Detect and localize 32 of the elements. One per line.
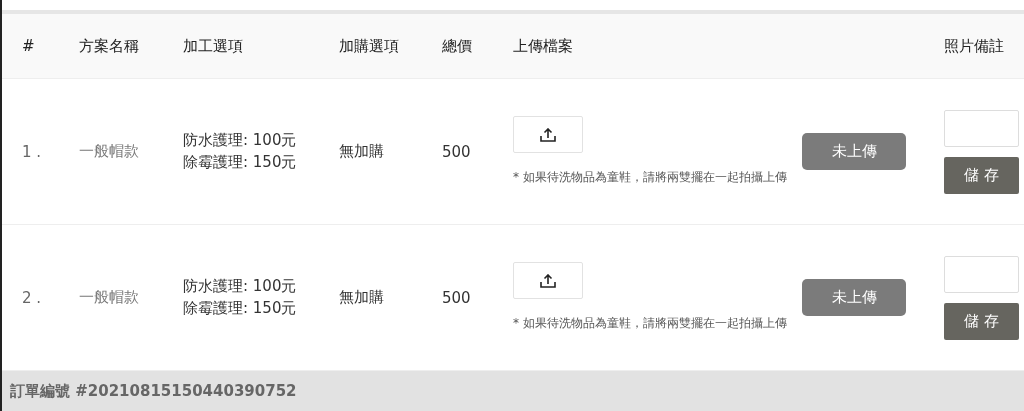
addon-option: 無加購 bbox=[339, 288, 442, 307]
row-number: 1 . bbox=[21, 142, 43, 161]
note-input[interactable] bbox=[944, 109, 1019, 147]
column-header: 照片備註 bbox=[944, 36, 1005, 56]
row-number: 2 . bbox=[21, 288, 43, 307]
upload-status-button[interactable]: 未上傳 bbox=[802, 133, 906, 170]
upload-hint: * 如果待洗物品為童鞋，請將兩雙擺在一起拍攝上傳 bbox=[513, 169, 788, 186]
processing-option: 除霉護理: 150元 bbox=[183, 153, 339, 172]
addon-option: 無加購 bbox=[339, 142, 442, 161]
order-number: 訂單編號 #20210815150440390752 bbox=[10, 381, 297, 401]
save-button[interactable]: 儲 存 bbox=[944, 302, 1019, 340]
column-header: # bbox=[21, 37, 36, 55]
column-header: 方案名稱 bbox=[79, 36, 140, 56]
upload-status-button[interactable]: 未上傳 bbox=[802, 279, 906, 316]
column-header: 加購選項 bbox=[339, 36, 400, 56]
processing-option: 防水護理: 100元 bbox=[183, 131, 339, 150]
note-input[interactable] bbox=[944, 255, 1019, 293]
column-header: 總價 bbox=[442, 36, 473, 56]
upload-hint: * 如果待洗物品為童鞋，請將兩雙擺在一起拍攝上傳 bbox=[513, 315, 788, 332]
upload-icon bbox=[540, 273, 556, 288]
plan-name: 一般帽款 bbox=[79, 288, 140, 307]
total-price: 500 bbox=[442, 142, 472, 161]
upload-button[interactable] bbox=[513, 262, 583, 299]
total-price: 500 bbox=[442, 288, 472, 307]
column-header: 加工選項 bbox=[183, 36, 244, 56]
column-header: 上傳檔案 bbox=[513, 36, 574, 56]
processing-option: 防水護理: 100元 bbox=[183, 277, 339, 296]
upload-icon bbox=[540, 127, 556, 142]
save-button[interactable]: 儲 存 bbox=[944, 156, 1019, 194]
upload-button[interactable] bbox=[513, 116, 583, 153]
plan-name: 一般帽款 bbox=[79, 142, 140, 161]
processing-option: 除霉護理: 150元 bbox=[183, 299, 339, 318]
